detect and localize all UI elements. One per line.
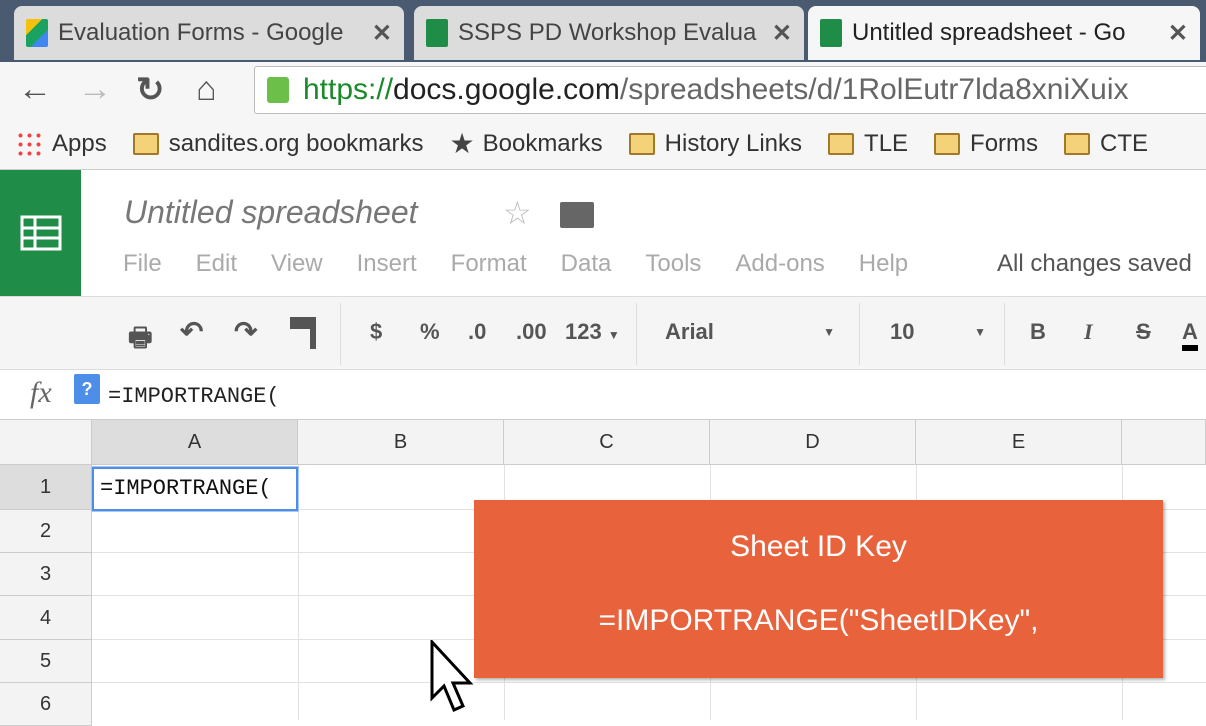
home-icon[interactable]: ⌂ [196,70,217,109]
forward-icon[interactable]: → [78,70,112,109]
bookmark-apps[interactable]: Apps [16,130,107,158]
formula-bar: fx ? =IMPORTRANGE( [0,370,1206,420]
redo-icon[interactable]: ↷ [234,315,257,348]
close-tab-icon[interactable]: ✕ [372,19,392,48]
close-tab-icon[interactable]: ✕ [1168,19,1188,48]
menu-view[interactable]: View [271,250,323,278]
strikethrough-button[interactable]: S [1136,319,1151,345]
folder-icon [132,132,159,155]
chevron-down-icon: ▼ [974,325,986,339]
formula-help-icon[interactable]: ? [74,374,100,404]
chevron-down-icon: ▼ [607,328,620,342]
apps-grid-icon [16,130,42,157]
sheets-icon [426,19,448,47]
bold-button[interactable]: B [1030,319,1046,345]
reload-icon[interactable]: ↻ [136,70,165,110]
active-cell-a1[interactable]: =IMPORTRANGE( [92,467,298,511]
column-header-d[interactable]: D [710,420,916,465]
sheets-logo[interactable] [0,170,81,296]
italic-button[interactable]: I [1084,319,1093,345]
column-header-e[interactable]: E [916,420,1122,465]
browser-tab-active[interactable]: Untitled spreadsheet - Go ✕ [808,6,1200,60]
menu-bar: File Edit View Insert Format Data Tools … [123,250,942,278]
bookmark-sandites[interactable]: sandites.org bookmarks [132,130,424,158]
app-header: Untitled spreadsheet ☆ File Edit View In… [0,170,1206,296]
callout-formula: =IMPORTRANGE("SheetIDKey", [598,604,1039,637]
column-header-f[interactable] [1122,420,1206,465]
column-header-b[interactable]: B [298,420,504,465]
google-drive-icon [26,19,48,47]
star-icon[interactable]: ☆ [503,194,532,232]
row-header-3[interactable]: 3 [0,553,92,596]
menu-insert[interactable]: Insert [357,250,417,278]
document-title[interactable]: Untitled spreadsheet [124,194,418,231]
row-header-4[interactable]: 4 [0,596,92,640]
formula-input[interactable]: =IMPORTRANGE( [108,384,280,409]
bookmark-history-links[interactable]: History Links [628,130,802,158]
sheets-icon [820,19,842,47]
bookmarks-bar: Apps sandites.org bookmarks ★ Bookmarks H… [0,118,1206,170]
column-header-c[interactable]: C [504,420,710,465]
browser-tab-strip: Evaluation Forms - Google ✕ SSPS PD Work… [0,0,1206,62]
folder-icon [828,132,855,155]
toolbar: 🖶 ↶ ↷ $ % .0 .00 123 ▼ Arial ▼ 10 ▼ B I S … [0,296,1206,370]
url-input[interactable]: https://docs.google.com/spreadsheets/d/1… [254,66,1206,114]
menu-tools[interactable]: Tools [645,250,701,278]
back-icon[interactable]: ← [18,70,52,109]
save-status: All changes saved [997,250,1192,277]
increase-decimal-button[interactable]: .00 [516,319,547,345]
browser-tab[interactable]: Evaluation Forms - Google ✕ [14,6,404,60]
bookmark-cte[interactable]: CTE [1064,130,1148,158]
folder-icon [934,132,961,155]
folder-icon [628,132,655,155]
menu-file[interactable]: File [123,250,162,278]
paint-format-icon[interactable] [290,317,316,349]
percent-button[interactable]: % [420,319,440,345]
star-icon: ★ [449,128,475,159]
undo-icon[interactable]: ↶ [180,315,203,348]
menu-addons[interactable]: Add-ons [735,250,824,278]
number-format-button[interactable]: 123 ▼ [565,319,620,345]
lock-icon [267,77,289,103]
bookmark-bookmarks[interactable]: ★ Bookmarks [450,127,603,160]
close-tab-icon[interactable]: ✕ [772,19,792,48]
row-header-5[interactable]: 5 [0,640,92,683]
text-color-button[interactable]: A [1182,319,1198,351]
bookmark-tle[interactable]: TLE [828,130,908,158]
decrease-decimal-button[interactable]: .0 [468,319,486,345]
folder-icon [1064,132,1091,155]
select-all-corner[interactable] [0,420,92,465]
annotation-callout: Sheet ID Key =IMPORTRANGE("SheetIDKey", [474,500,1163,678]
folder-icon[interactable] [560,202,594,228]
currency-button[interactable]: $ [370,319,382,345]
menu-edit[interactable]: Edit [196,250,237,278]
fx-icon: fx [30,376,52,409]
row-header-1[interactable]: 1 [0,465,92,510]
browser-tab[interactable]: SSPS PD Workshop Evalua ✕ [414,6,804,60]
row-header-2[interactable]: 2 [0,510,92,553]
menu-format[interactable]: Format [451,250,527,278]
callout-title: Sheet ID Key [730,530,907,563]
menu-data[interactable]: Data [561,250,612,278]
mouse-cursor-icon [430,640,474,712]
font-select[interactable]: Arial ▼ [665,319,835,345]
sheets-logo-icon [20,215,61,251]
print-icon[interactable]: 🖶 [128,319,153,363]
chevron-down-icon: ▼ [823,325,835,339]
menu-help[interactable]: Help [859,250,908,278]
address-bar-row: ← → ↻ ⌂ https://docs.google.com/spreadsh… [0,62,1206,118]
column-header-a[interactable]: A [92,420,298,465]
font-size-select[interactable]: 10 ▼ [890,319,986,345]
bookmark-forms[interactable]: Forms [934,130,1038,158]
